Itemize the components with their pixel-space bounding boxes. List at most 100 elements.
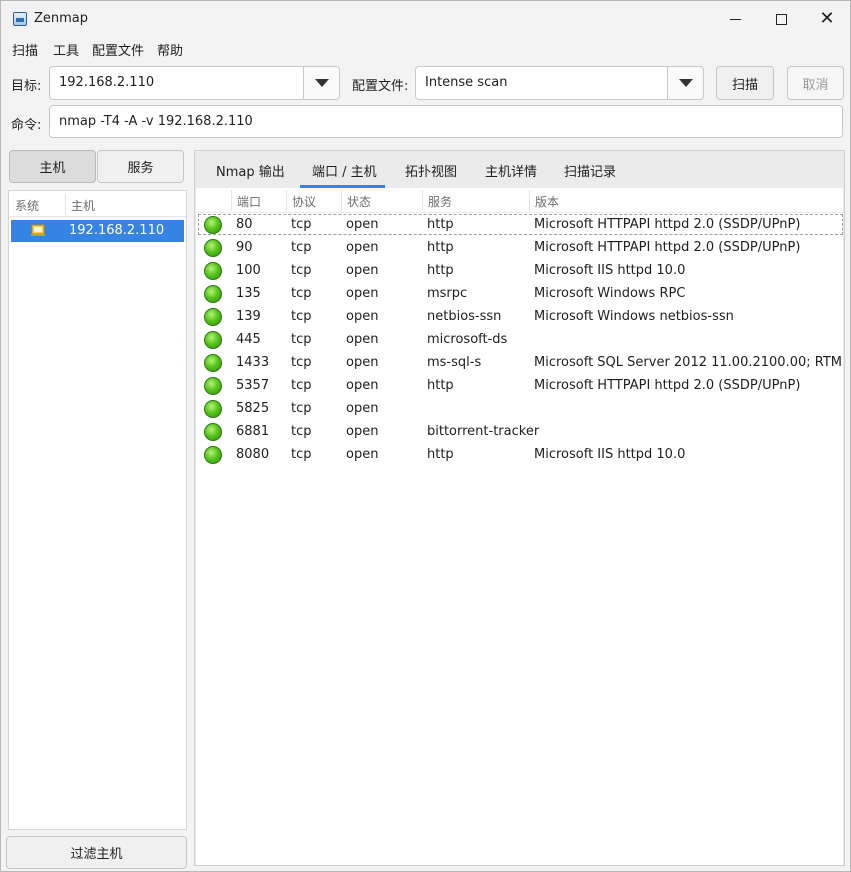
host-row[interactable]: 192.168.2.110	[11, 220, 184, 242]
services-toggle-button[interactable]: 服务	[97, 150, 184, 183]
hosts-panel: 主机 服务 系统 主机 192.168.2.110 过滤主机	[6, 148, 187, 869]
tab-bar: Nmap 输出 端口 / 主机 拓扑视图 主机详情 扫描记录	[195, 151, 844, 188]
cell-port: 6881	[236, 424, 270, 439]
column-divider	[422, 190, 423, 211]
column-header-protocol[interactable]: 协议	[292, 193, 316, 210]
table-row[interactable]: 5357 tcp open http Microsoft HTTPAPI httpd 2…	[196, 375, 843, 398]
results-panel: Nmap 输出 端口 / 主机 拓扑视图 主机详情 扫描记录 端口 协议 状态 …	[194, 150, 845, 866]
menu-scan[interactable]: 扫描	[12, 40, 38, 59]
maximize-button[interactable]	[758, 1, 804, 37]
table-row[interactable]: 80 tcp open http Microsoft HTTPAPI httpd 2.0…	[196, 214, 843, 237]
cell-proto: tcp	[291, 332, 312, 347]
minimize-button[interactable]	[712, 1, 758, 37]
command-value[interactable]: nmap -T4 -A -v 192.168.2.110	[59, 114, 253, 129]
close-button[interactable]: ✕	[804, 1, 850, 37]
cell-service: http	[427, 240, 454, 255]
host-list-header: 系统 主机	[9, 191, 186, 217]
zenmap-window: Zenmap ✕ 扫描 工具 配置文件 帮助 目标: 192.168.2.110…	[0, 0, 851, 872]
cell-service: http	[427, 447, 454, 462]
tab-topology[interactable]: 拓扑视图	[405, 161, 457, 180]
open-status-green-icon	[204, 239, 222, 257]
cell-port: 139	[236, 309, 261, 324]
column-header-state[interactable]: 状态	[347, 193, 371, 210]
open-status-green-icon	[204, 262, 222, 280]
profile-label: 配置文件:	[352, 79, 409, 94]
cell-version: Microsoft Windows netbios-ssn	[534, 309, 734, 324]
cell-proto: tcp	[291, 240, 312, 255]
title-bar: Zenmap ✕	[1, 1, 850, 37]
cell-proto: tcp	[291, 424, 312, 439]
maximize-icon	[775, 13, 787, 25]
cell-state: open	[346, 263, 379, 278]
cell-port: 90	[236, 240, 253, 255]
command-field[interactable]: nmap -T4 -A -v 192.168.2.110	[49, 105, 843, 138]
cell-state: open	[346, 286, 379, 301]
tab-nmap-output[interactable]: Nmap 输出	[216, 161, 285, 180]
cell-proto: tcp	[291, 309, 312, 324]
table-row[interactable]: 100 tcp open http Microsoft IIS httpd 10.0	[196, 260, 843, 283]
tab-host-details[interactable]: 主机详情	[485, 161, 537, 180]
table-row[interactable]: 90 tcp open http Microsoft HTTPAPI httpd 2.0…	[196, 237, 843, 260]
cell-service: msrpc	[427, 286, 468, 301]
table-row[interactable]: 6881 tcp open bittorrent-tracker	[196, 421, 843, 444]
filter-hosts-button[interactable]: 过滤主机	[6, 836, 187, 869]
cell-state: open	[346, 355, 379, 370]
cell-port: 445	[236, 332, 261, 347]
menu-help[interactable]: 帮助	[157, 40, 183, 59]
cell-proto: tcp	[291, 378, 312, 393]
table-row[interactable]: 1433 tcp open ms-sql-s Microsoft SQL Server …	[196, 352, 843, 375]
menu-bar: 扫描 工具 配置文件 帮助	[1, 37, 850, 59]
cell-service: microsoft-ds	[427, 332, 508, 347]
cell-port: 8080	[236, 447, 270, 462]
cell-state: open	[346, 332, 379, 347]
cell-version: Microsoft IIS httpd 10.0	[534, 447, 686, 462]
open-status-green-icon	[204, 331, 222, 349]
cell-proto: tcp	[291, 217, 312, 232]
ports-table-header: 端口 协议 状态 服务 版本	[196, 188, 843, 213]
open-status-green-icon	[204, 285, 222, 303]
cell-service: http	[427, 263, 454, 278]
profile-combo[interactable]: Intense scan	[415, 66, 704, 100]
cell-state: open	[346, 217, 379, 232]
scan-button[interactable]: 扫描	[716, 66, 774, 100]
profile-dropdown-button[interactable]	[667, 67, 703, 99]
cell-version: Microsoft HTTPAPI httpd 2.0 (SSDP/UPnP)	[534, 378, 801, 393]
profile-value[interactable]: Intense scan	[425, 75, 507, 90]
zenmap-app-icon	[13, 12, 27, 26]
cell-state: open	[346, 240, 379, 255]
target-value[interactable]: 192.168.2.110	[59, 75, 154, 90]
cell-port: 1433	[236, 355, 270, 370]
menu-tools[interactable]: 工具	[53, 40, 79, 59]
tab-scans[interactable]: 扫描记录	[564, 161, 616, 180]
table-row[interactable]: 139 tcp open netbios-ssn Microsoft Windows n…	[196, 306, 843, 329]
open-status-green-icon	[204, 377, 222, 395]
column-header-service[interactable]: 服务	[428, 193, 452, 210]
cell-port: 5357	[236, 378, 270, 393]
column-header-host[interactable]: 主机	[71, 197, 95, 214]
table-row[interactable]: 445 tcp open microsoft-ds	[196, 329, 843, 352]
open-status-green-icon	[204, 308, 222, 326]
open-status-green-icon	[204, 446, 222, 464]
column-header-port[interactable]: 端口	[237, 193, 261, 210]
open-status-green-icon	[204, 400, 222, 418]
menu-profile[interactable]: 配置文件	[92, 40, 144, 59]
column-header-os[interactable]: 系统	[15, 197, 39, 214]
cancel-button[interactable]: 取消	[787, 66, 844, 100]
cell-proto: tcp	[291, 401, 312, 416]
ports-table: 端口 协议 状态 服务 版本 80 tcp open http Microsoft HT…	[196, 188, 843, 865]
host-ip: 192.168.2.110	[69, 223, 165, 238]
table-row[interactable]: 5825 tcp open	[196, 398, 843, 421]
tab-ports-hosts[interactable]: 端口 / 主机	[312, 161, 377, 180]
table-row[interactable]: 8080 tcp open http Microsoft IIS httpd 10.0	[196, 444, 843, 467]
column-header-version[interactable]: 版本	[535, 193, 559, 210]
table-row[interactable]: 135 tcp open msrpc Microsoft Windows RPC	[196, 283, 843, 306]
target-dropdown-button[interactable]	[303, 67, 339, 99]
target-combo[interactable]: 192.168.2.110	[49, 66, 340, 100]
cell-proto: tcp	[291, 355, 312, 370]
hosts-toggle-button[interactable]: 主机	[9, 150, 96, 183]
cell-service: netbios-ssn	[427, 309, 502, 324]
open-status-green-icon	[204, 423, 222, 441]
cell-proto: tcp	[291, 447, 312, 462]
cell-port: 135	[236, 286, 261, 301]
cell-state: open	[346, 424, 379, 439]
